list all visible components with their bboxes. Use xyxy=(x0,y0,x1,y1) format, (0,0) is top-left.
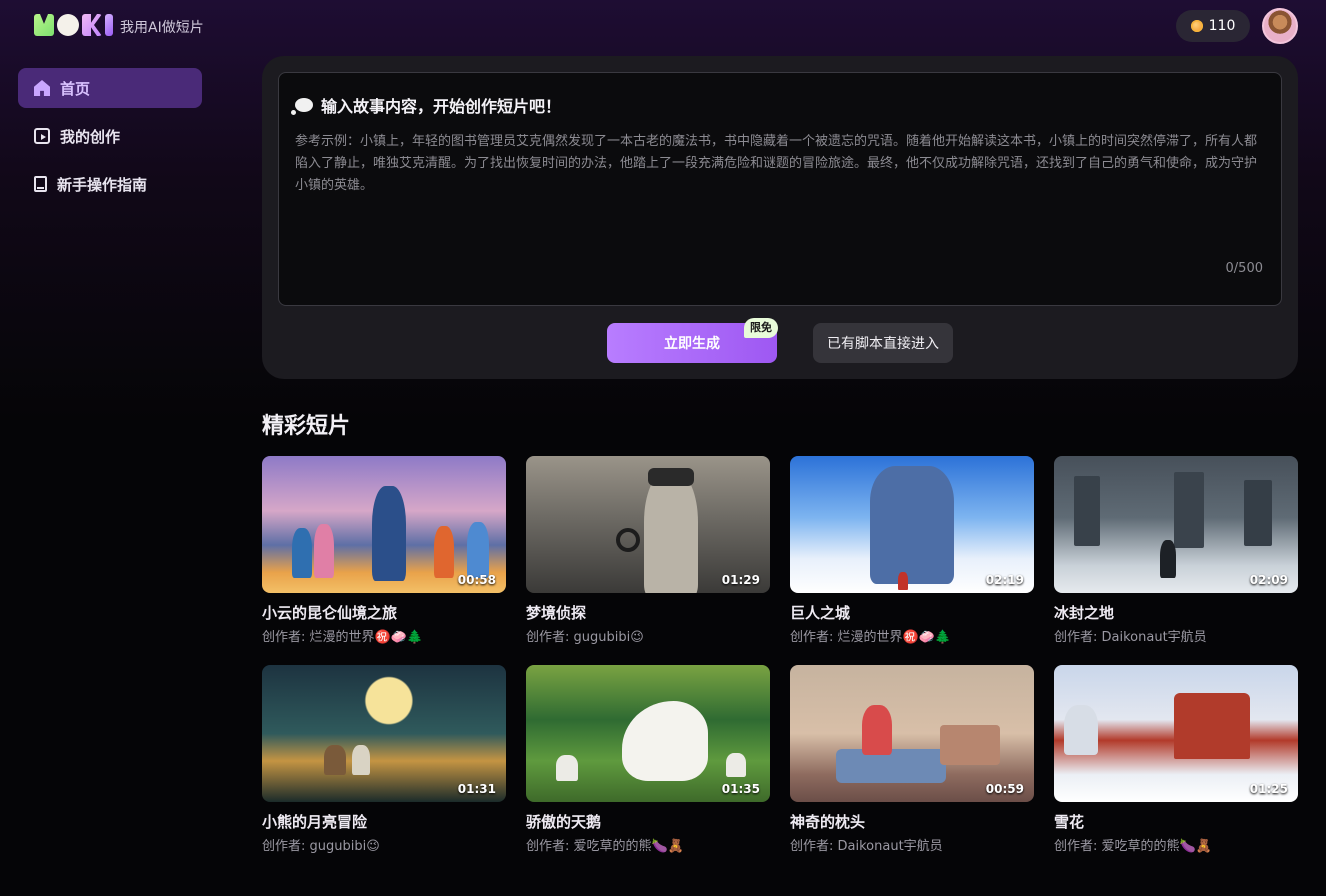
sidebar-item-my-creations[interactable]: 我的创作 xyxy=(18,116,202,156)
video-title: 小云的昆仑仙境之旅 xyxy=(262,604,398,622)
video-thumbnail[interactable]: 00:59 xyxy=(790,665,1034,802)
credits-count: 110 xyxy=(1208,18,1236,34)
sidebar-item-guide[interactable]: 新手操作指南 xyxy=(18,164,202,204)
video-card[interactable]: 01:25 雪花 创作者: 爱吃草的的熊🍆🧸 xyxy=(1054,665,1298,854)
video-author: 创作者: gugubibi😉 xyxy=(262,839,380,854)
video-author: 创作者: 烂漫的世界㊗️🧼🌲 xyxy=(262,630,424,645)
logo-letter-o xyxy=(57,14,79,36)
video-title: 骄傲的天鹅 xyxy=(526,813,602,831)
logo-letter-k xyxy=(82,14,102,36)
moki-logo[interactable] xyxy=(34,14,113,36)
video-thumbnail[interactable]: 01:29 xyxy=(526,456,770,593)
char-counter: 0/500 xyxy=(1225,261,1263,276)
sidebar-item-label: 首页 xyxy=(60,79,91,98)
story-title-text: 输入故事内容，开始创作短片吧！ xyxy=(321,97,562,116)
sidebar-item-home[interactable]: 首页 xyxy=(18,68,202,108)
sidebar: 首页 我的创作 新手操作指南 xyxy=(18,68,202,212)
video-card[interactable]: 01:29 梦境侦探 创作者: gugubibi😉 xyxy=(526,456,770,645)
video-thumbnail[interactable]: 02:09 xyxy=(1054,456,1298,593)
top-bar: 我用AI做短片 110 xyxy=(0,0,1326,52)
video-duration: 01:25 xyxy=(1249,782,1288,796)
story-textarea[interactable] xyxy=(295,131,1267,271)
enter-with-script-button[interactable]: 已有脚本直接进入 xyxy=(813,323,953,363)
video-thumbnail[interactable]: 01:35 xyxy=(526,665,770,802)
video-title: 梦境侦探 xyxy=(526,604,587,622)
video-duration: 02:19 xyxy=(985,573,1024,587)
video-title: 巨人之城 xyxy=(790,604,851,622)
video-title: 神奇的枕头 xyxy=(790,813,866,831)
coin-icon xyxy=(1190,20,1203,32)
sidebar-item-label: 我的创作 xyxy=(60,127,121,146)
sidebar-item-label: 新手操作指南 xyxy=(57,175,148,194)
video-card[interactable]: 01:35 骄傲的天鹅 创作者: 爱吃草的的熊🍆🧸 xyxy=(526,665,770,854)
story-panel: 输入故事内容，开始创作短片吧！ 0/500 立即生成 限免 已有脚本直接进入 xyxy=(262,56,1298,379)
logo-letter-m xyxy=(34,14,54,36)
video-card[interactable]: 00:58 小云的昆仑仙境之旅 创作者: 烂漫的世界㊗️🧼🌲 xyxy=(262,456,506,645)
free-badge: 限免 xyxy=(744,318,778,338)
video-author: 创作者: Daikonaut宇航员 xyxy=(790,839,943,854)
book-icon xyxy=(34,176,47,192)
home-icon xyxy=(34,80,50,96)
app-tagline: 我用AI做短片 xyxy=(120,20,204,36)
video-duration: 01:31 xyxy=(457,782,496,796)
video-author: 创作者: gugubibi😉 xyxy=(526,630,644,645)
video-thumbnail[interactable]: 00:58 xyxy=(262,456,506,593)
video-author: 创作者: Daikonaut宇航员 xyxy=(1054,630,1207,645)
video-title: 冰封之地 xyxy=(1054,604,1115,622)
video-card[interactable]: 00:59 神奇的枕头 创作者: Daikonaut宇航员 xyxy=(790,665,1034,854)
logo-letter-i xyxy=(105,14,113,36)
video-card[interactable]: 02:19 巨人之城 创作者: 烂漫的世界㊗️🧼🌲 xyxy=(790,456,1034,645)
gallery-title: 精彩短片 xyxy=(262,414,351,439)
story-title: 输入故事内容，开始创作短片吧！ xyxy=(291,93,562,117)
video-duration: 00:59 xyxy=(985,782,1024,796)
thought-bubble-icon xyxy=(291,98,313,115)
video-duration: 01:29 xyxy=(721,573,760,587)
video-duration: 02:09 xyxy=(1249,573,1288,587)
video-thumbnail[interactable]: 01:31 xyxy=(262,665,506,802)
video-thumbnail[interactable]: 02:19 xyxy=(790,456,1034,593)
story-input-box: 输入故事内容，开始创作短片吧！ 0/500 xyxy=(278,72,1282,306)
video-card[interactable]: 02:09 冰封之地 创作者: Daikonaut宇航员 xyxy=(1054,456,1298,645)
video-author: 创作者: 烂漫的世界㊗️🧼🌲 xyxy=(790,630,952,645)
video-duration: 01:35 xyxy=(721,782,760,796)
video-duration: 00:58 xyxy=(457,573,496,587)
video-title: 雪花 xyxy=(1054,813,1085,831)
video-card[interactable]: 01:31 小熊的月亮冒险 创作者: gugubibi😉 xyxy=(262,665,506,854)
video-icon xyxy=(34,128,50,144)
video-author: 创作者: 爱吃草的的熊🍆🧸 xyxy=(526,839,684,854)
video-author: 创作者: 爱吃草的的熊🍆🧸 xyxy=(1054,839,1212,854)
user-avatar[interactable] xyxy=(1262,8,1298,44)
credits-badge[interactable]: 110 xyxy=(1176,10,1250,42)
video-thumbnail[interactable]: 01:25 xyxy=(1054,665,1298,802)
video-title: 小熊的月亮冒险 xyxy=(262,813,368,831)
